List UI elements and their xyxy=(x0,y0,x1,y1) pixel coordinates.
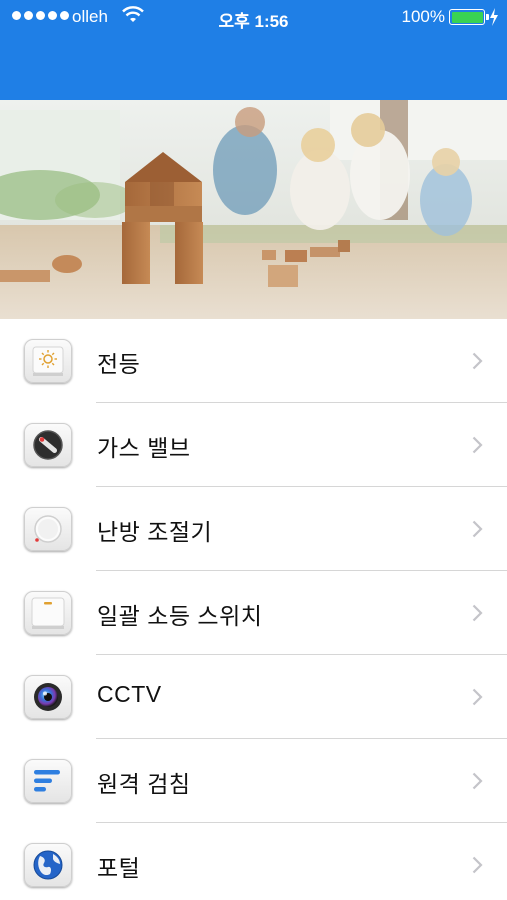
chevron-right-icon xyxy=(472,436,483,454)
menu-item-label: 원격 검침 xyxy=(97,771,191,797)
menu-item-label: 난방 조절기 xyxy=(97,519,213,545)
charging-bolt-icon xyxy=(490,8,498,26)
family-blocks-photo xyxy=(0,100,507,319)
menu-item-remote-meter[interactable]: 원격 검침 xyxy=(0,739,507,823)
nav-bar: olleh 오후 1:56 100% xyxy=(0,0,507,100)
camera-icon xyxy=(24,675,72,719)
menu-item-gas-valve[interactable]: 가스 밸브 xyxy=(0,403,507,487)
thermostat-icon xyxy=(24,507,72,551)
chevron-right-icon xyxy=(472,520,483,538)
battery-icon xyxy=(449,9,489,25)
status-bar: olleh 오후 1:56 100% xyxy=(0,0,507,34)
menu-item-label: 가스 밸브 xyxy=(97,435,191,461)
gas-valve-icon xyxy=(24,423,72,467)
menu-item-master-switch[interactable]: 일괄 소등 스위치 xyxy=(0,571,507,655)
menu-item-cctv[interactable]: CCTV xyxy=(0,655,507,739)
chevron-right-icon xyxy=(472,688,483,706)
battery-percent: 100% xyxy=(401,7,445,26)
switch-icon xyxy=(24,591,72,635)
globe-icon xyxy=(24,843,72,887)
menu-item-label: 포털 xyxy=(97,855,141,881)
menu-item-light[interactable]: 전등 xyxy=(0,319,507,403)
menu-item-label: 일괄 소등 스위치 xyxy=(97,603,263,629)
menu-item-portal[interactable]: 포털 xyxy=(0,823,507,900)
light-icon xyxy=(24,339,72,383)
chevron-right-icon xyxy=(472,856,483,874)
chevron-right-icon xyxy=(472,352,483,370)
chevron-right-icon xyxy=(472,772,483,790)
menu-item-label: 전등 xyxy=(97,351,141,377)
menu-item-label: CCTV xyxy=(97,681,162,707)
menu-item-thermostat[interactable]: 난방 조절기 xyxy=(0,487,507,571)
hero-image xyxy=(0,100,507,319)
remote-meter-icon xyxy=(24,759,72,803)
chevron-right-icon xyxy=(472,604,483,622)
menu-list: 전등 가스 밸브 난방 조절기 일괄 소등 스위치 CCTV 원격 검침 포털 xyxy=(0,319,507,900)
